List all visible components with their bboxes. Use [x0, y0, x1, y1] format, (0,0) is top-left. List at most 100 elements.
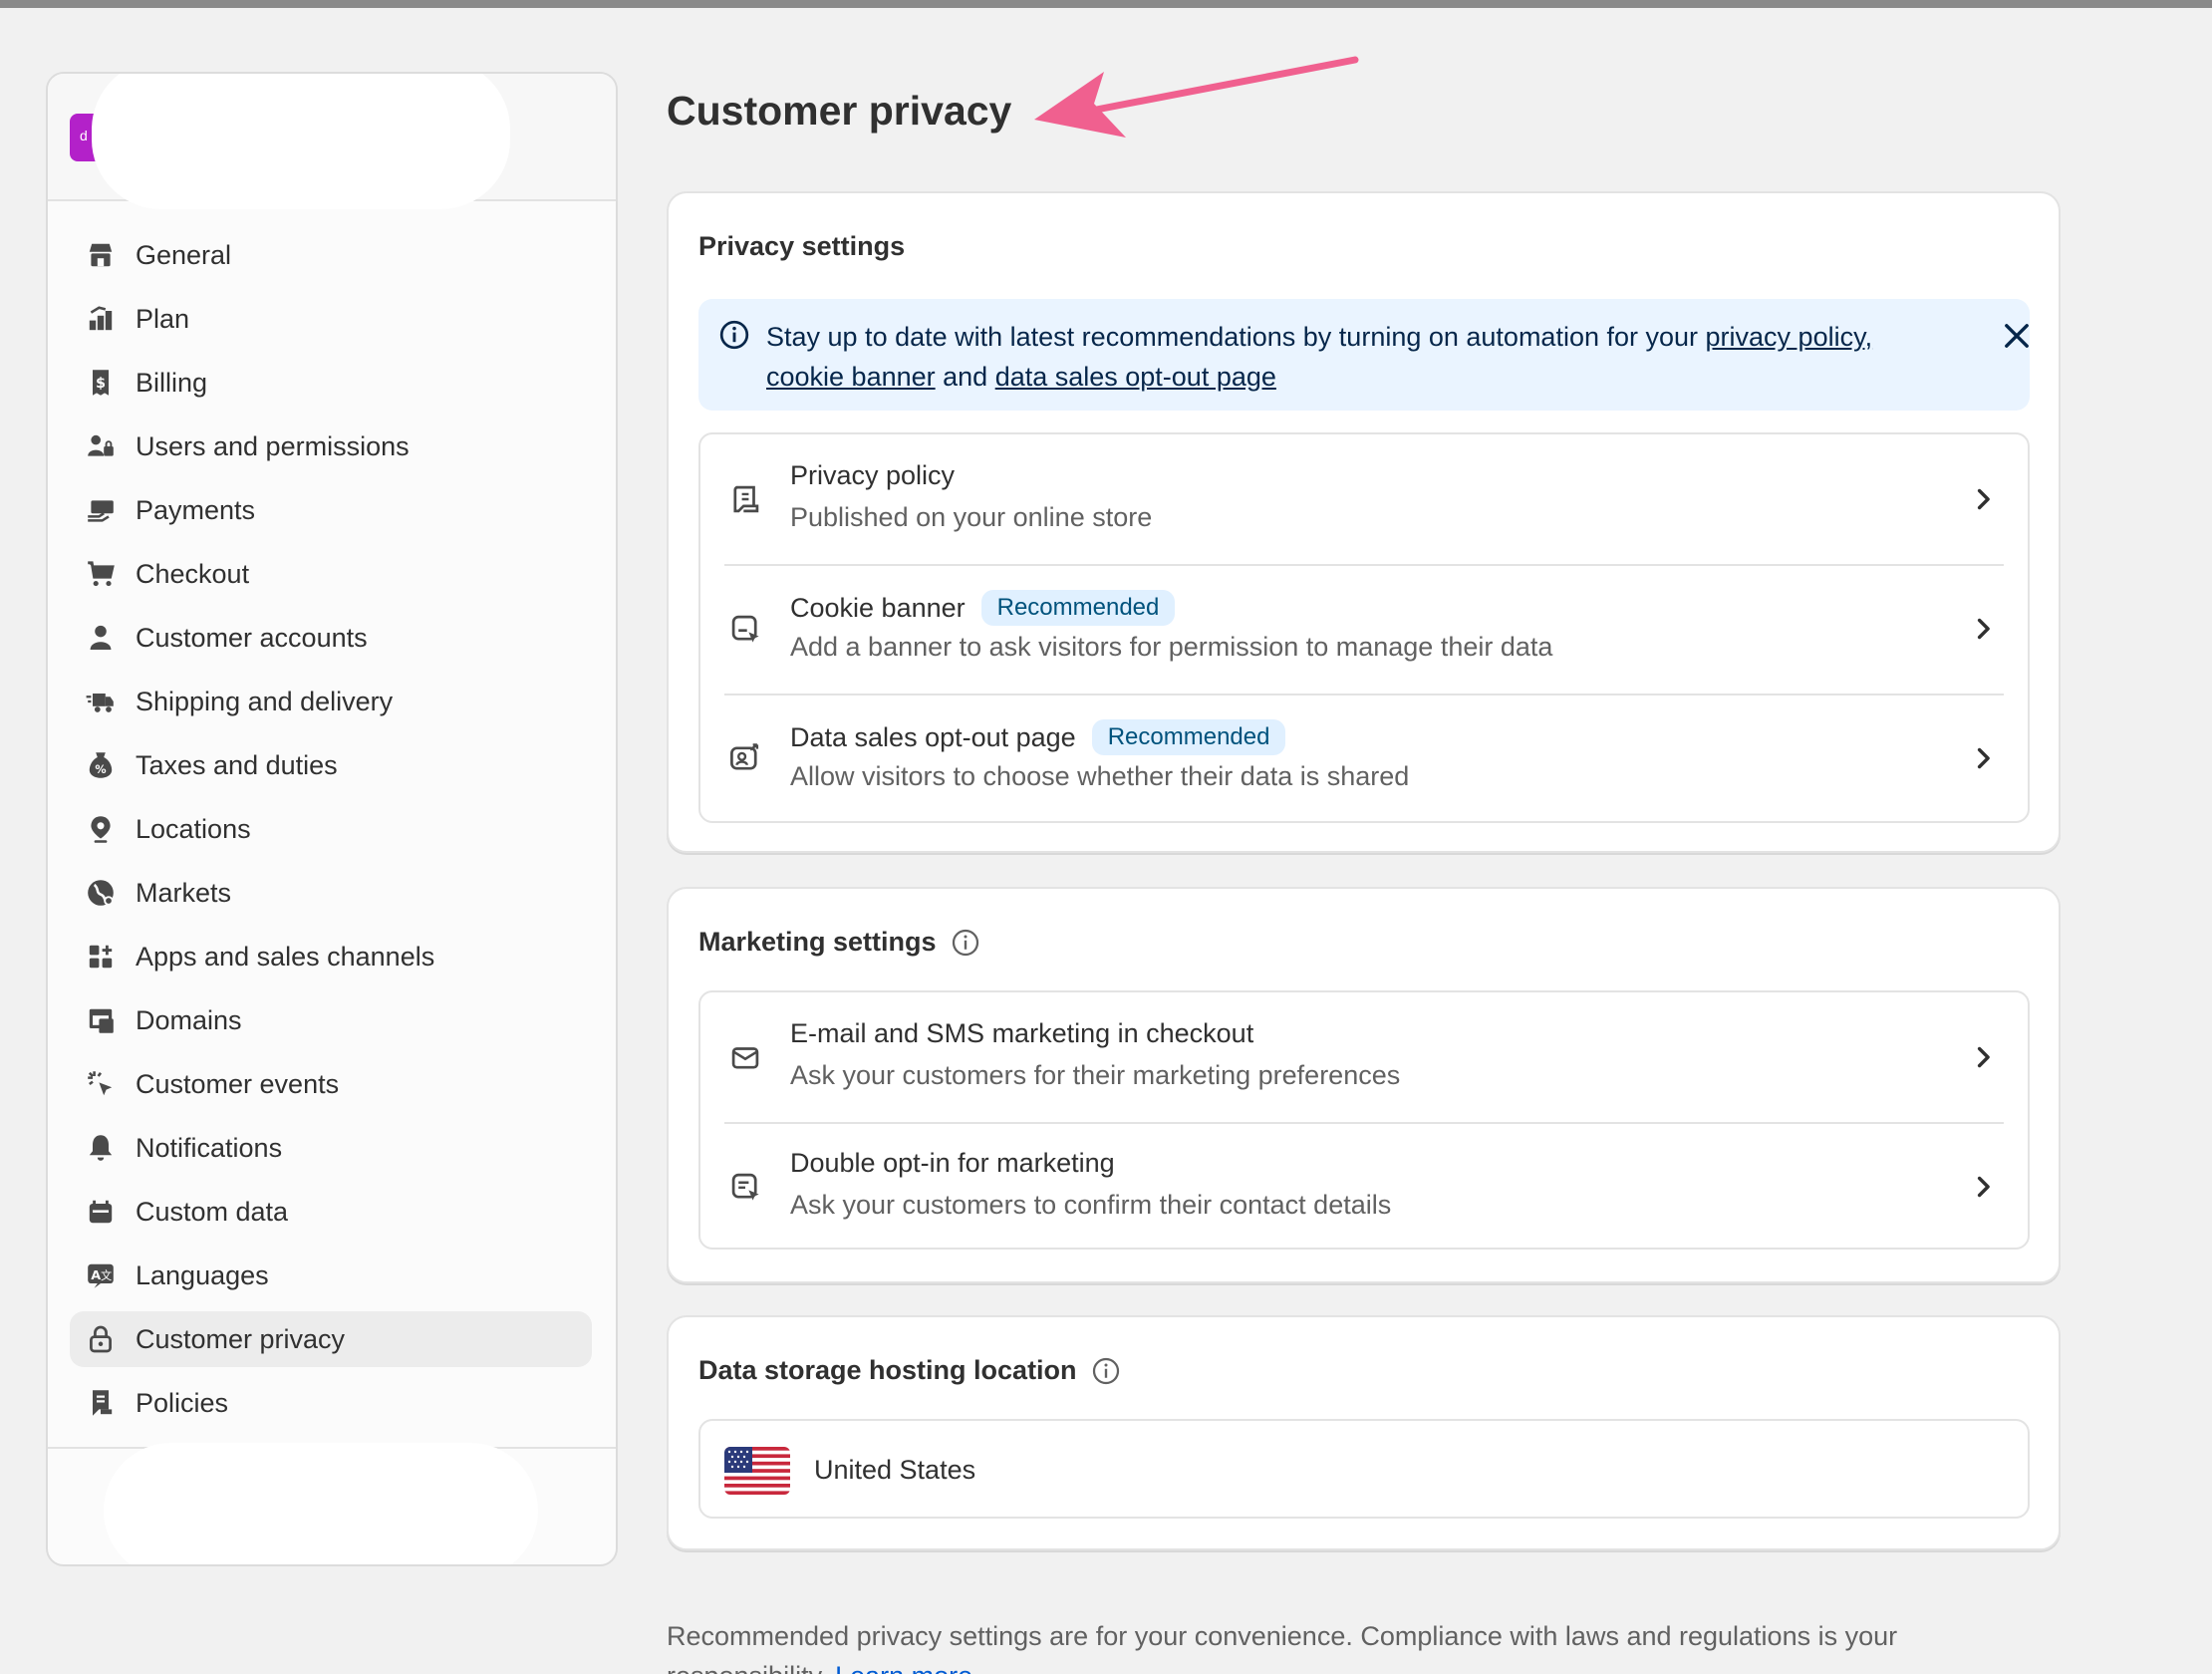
cookie-banner-link[interactable]: cookie banner	[766, 362, 936, 392]
sidebar-item-label: Plan	[136, 303, 190, 334]
sidebar-item-checkout[interactable]: Checkout	[70, 546, 592, 602]
privacy-settings-card: Privacy settings Stay up to date with la…	[667, 191, 2061, 853]
cursor-click-icon	[82, 1065, 120, 1103]
privacy-policy-row[interactable]: Privacy policy Published on your online …	[700, 434, 2028, 564]
info-icon	[719, 320, 749, 350]
redacted-account-info	[104, 1443, 538, 1564]
billing-icon: $	[82, 364, 120, 402]
sidebar-item-markets[interactable]: Markets	[70, 865, 592, 921]
data-storage-title: Data storage hosting location	[698, 1355, 1121, 1386]
close-icon[interactable]	[2000, 319, 2034, 353]
sidebar-item-payments[interactable]: Payments	[70, 482, 592, 538]
form-click-icon	[731, 1173, 759, 1201]
row-subtitle: Ask your customers for their marketing p…	[790, 1060, 1401, 1090]
row-title: Cookie banner Recommended	[790, 590, 1176, 626]
sidebar-item-label: Taxes and duties	[136, 749, 338, 780]
annotation-arrow	[1034, 56, 1359, 138]
sidebar-footer	[48, 1443, 616, 1564]
hosting-location-row[interactable]: United States	[698, 1419, 2030, 1519]
store-header: d	[48, 74, 616, 209]
sidebar-item-notifications[interactable]: Notifications	[70, 1120, 592, 1176]
sidebar-item-customer-events[interactable]: Customer events	[70, 1056, 592, 1112]
chevron-right-icon	[1977, 1176, 1990, 1198]
sidebar-item-languages[interactable]: A文 Languages	[70, 1248, 592, 1303]
sidebar-item-label: General	[136, 239, 232, 270]
row-title-text: Cookie banner	[790, 592, 966, 623]
row-title: Privacy policy	[790, 460, 955, 491]
sidebar-item-users[interactable]: Users and permissions	[70, 418, 592, 474]
privacy-policy-link[interactable]: privacy policy,	[1706, 322, 1873, 352]
chevron-right-icon	[1977, 618, 1990, 640]
page-title: Customer privacy	[667, 88, 1012, 134]
cookie-banner-icon	[731, 615, 759, 643]
marketing-settings-card: Marketing settings E-mail and SMS market…	[667, 887, 2061, 1283]
row-subtitle: Ask your customers to confirm their cont…	[790, 1190, 1392, 1220]
sidebar-item-policies[interactable]: Policies	[70, 1375, 592, 1431]
person-icon	[82, 619, 120, 657]
data-sales-opt-out-row[interactable]: Data sales opt-out page Recommended Allow…	[700, 694, 2028, 823]
row-subtitle: Published on your online store	[790, 502, 1153, 532]
row-title-text: Privacy policy	[790, 460, 956, 490]
plan-icon	[82, 300, 120, 338]
sidebar-item-taxes[interactable]: % Taxes and duties	[70, 737, 592, 793]
sidebar-item-label: Domains	[136, 1004, 242, 1035]
chevron-right-icon	[1977, 1046, 1990, 1068]
hosting-location-label: United States	[814, 1455, 976, 1485]
domains-icon	[82, 1001, 120, 1039]
sidebar-item-label: Locations	[136, 813, 251, 844]
sidebar-item-general[interactable]: General	[70, 227, 592, 283]
users-icon	[82, 427, 120, 465]
sidebar-item-label: Users and permissions	[136, 430, 410, 461]
sidebar-item-customer-accounts[interactable]: Customer accounts	[70, 610, 592, 666]
info-icon[interactable]	[951, 928, 980, 958]
sidebar-item-billing[interactable]: $ Billing	[70, 355, 592, 411]
sidebar-item-label: Shipping and delivery	[136, 686, 394, 716]
privacy-settings-title-text: Privacy settings	[698, 231, 906, 261]
info-icon[interactable]	[1091, 1356, 1121, 1386]
compliance-footnote: Recommended privacy settings are for you…	[667, 1616, 2012, 1674]
database-icon	[82, 1193, 120, 1231]
policy-document-icon	[733, 485, 759, 513]
sidebar-item-plan[interactable]: Plan	[70, 291, 592, 347]
sidebar-item-customer-privacy[interactable]: Customer privacy	[70, 1311, 592, 1367]
banner-text: Stay up to date with latest recommendati…	[766, 317, 1942, 397]
row-title-text: Data sales opt-out page	[790, 721, 1076, 752]
cookie-banner-row[interactable]: Cookie banner Recommended Add a banner to…	[700, 564, 2028, 694]
svg-text:%: %	[95, 763, 106, 776]
recommended-badge: Recommended	[980, 590, 1176, 626]
row-subtitle: Allow visitors to choose whether their d…	[790, 761, 1410, 791]
sidebar-item-custom-data[interactable]: Custom data	[70, 1184, 592, 1240]
row-title: Data sales opt-out page Recommended	[790, 719, 1286, 755]
location-pin-icon	[82, 810, 120, 848]
sidebar-item-locations[interactable]: Locations	[70, 801, 592, 857]
email-icon	[731, 1047, 759, 1069]
svg-text:$: $	[96, 376, 106, 392]
sidebar-item-label: Languages	[136, 1259, 269, 1290]
policies-icon	[82, 1384, 120, 1422]
sidebar-item-label: Custom data	[136, 1196, 289, 1227]
sidebar-item-label: Policies	[136, 1387, 229, 1418]
privacy-settings-list: Privacy policy Published on your online …	[698, 432, 2030, 823]
lock-icon	[82, 1320, 120, 1358]
email-sms-marketing-row[interactable]: E-mail and SMS marketing in checkout Ask…	[700, 992, 2028, 1122]
banner-text-before: Stay up to date with latest recommendati…	[766, 322, 1706, 352]
learn-more-link[interactable]: Learn more	[835, 1661, 972, 1674]
sidebar-item-label: Customer accounts	[136, 622, 368, 653]
truck-icon	[82, 683, 120, 720]
sidebar-item-apps[interactable]: Apps and sales channels	[70, 929, 592, 984]
person-share-icon	[730, 743, 759, 770]
opt-out-page-link[interactable]: data sales opt-out page	[995, 362, 1276, 392]
translate-icon: A文	[82, 1256, 120, 1294]
bell-icon	[82, 1129, 120, 1167]
row-title-text: E-mail and SMS marketing in checkout	[790, 1018, 1254, 1048]
data-storage-title-text: Data storage hosting location	[698, 1355, 1077, 1385]
payments-icon	[82, 491, 120, 529]
marketing-settings-title: Marketing settings	[698, 927, 980, 958]
row-title: E-mail and SMS marketing in checkout	[790, 1018, 1253, 1049]
sidebar-item-domains[interactable]: Domains	[70, 992, 592, 1048]
double-opt-in-row[interactable]: Double opt-in for marketing Ask your cus…	[700, 1122, 2028, 1252]
sidebar-item-shipping[interactable]: Shipping and delivery	[70, 674, 592, 729]
marketing-settings-title-text: Marketing settings	[698, 927, 937, 957]
row-title-text: Double opt-in for marketing	[790, 1148, 1115, 1178]
redacted-store-name	[92, 74, 510, 209]
